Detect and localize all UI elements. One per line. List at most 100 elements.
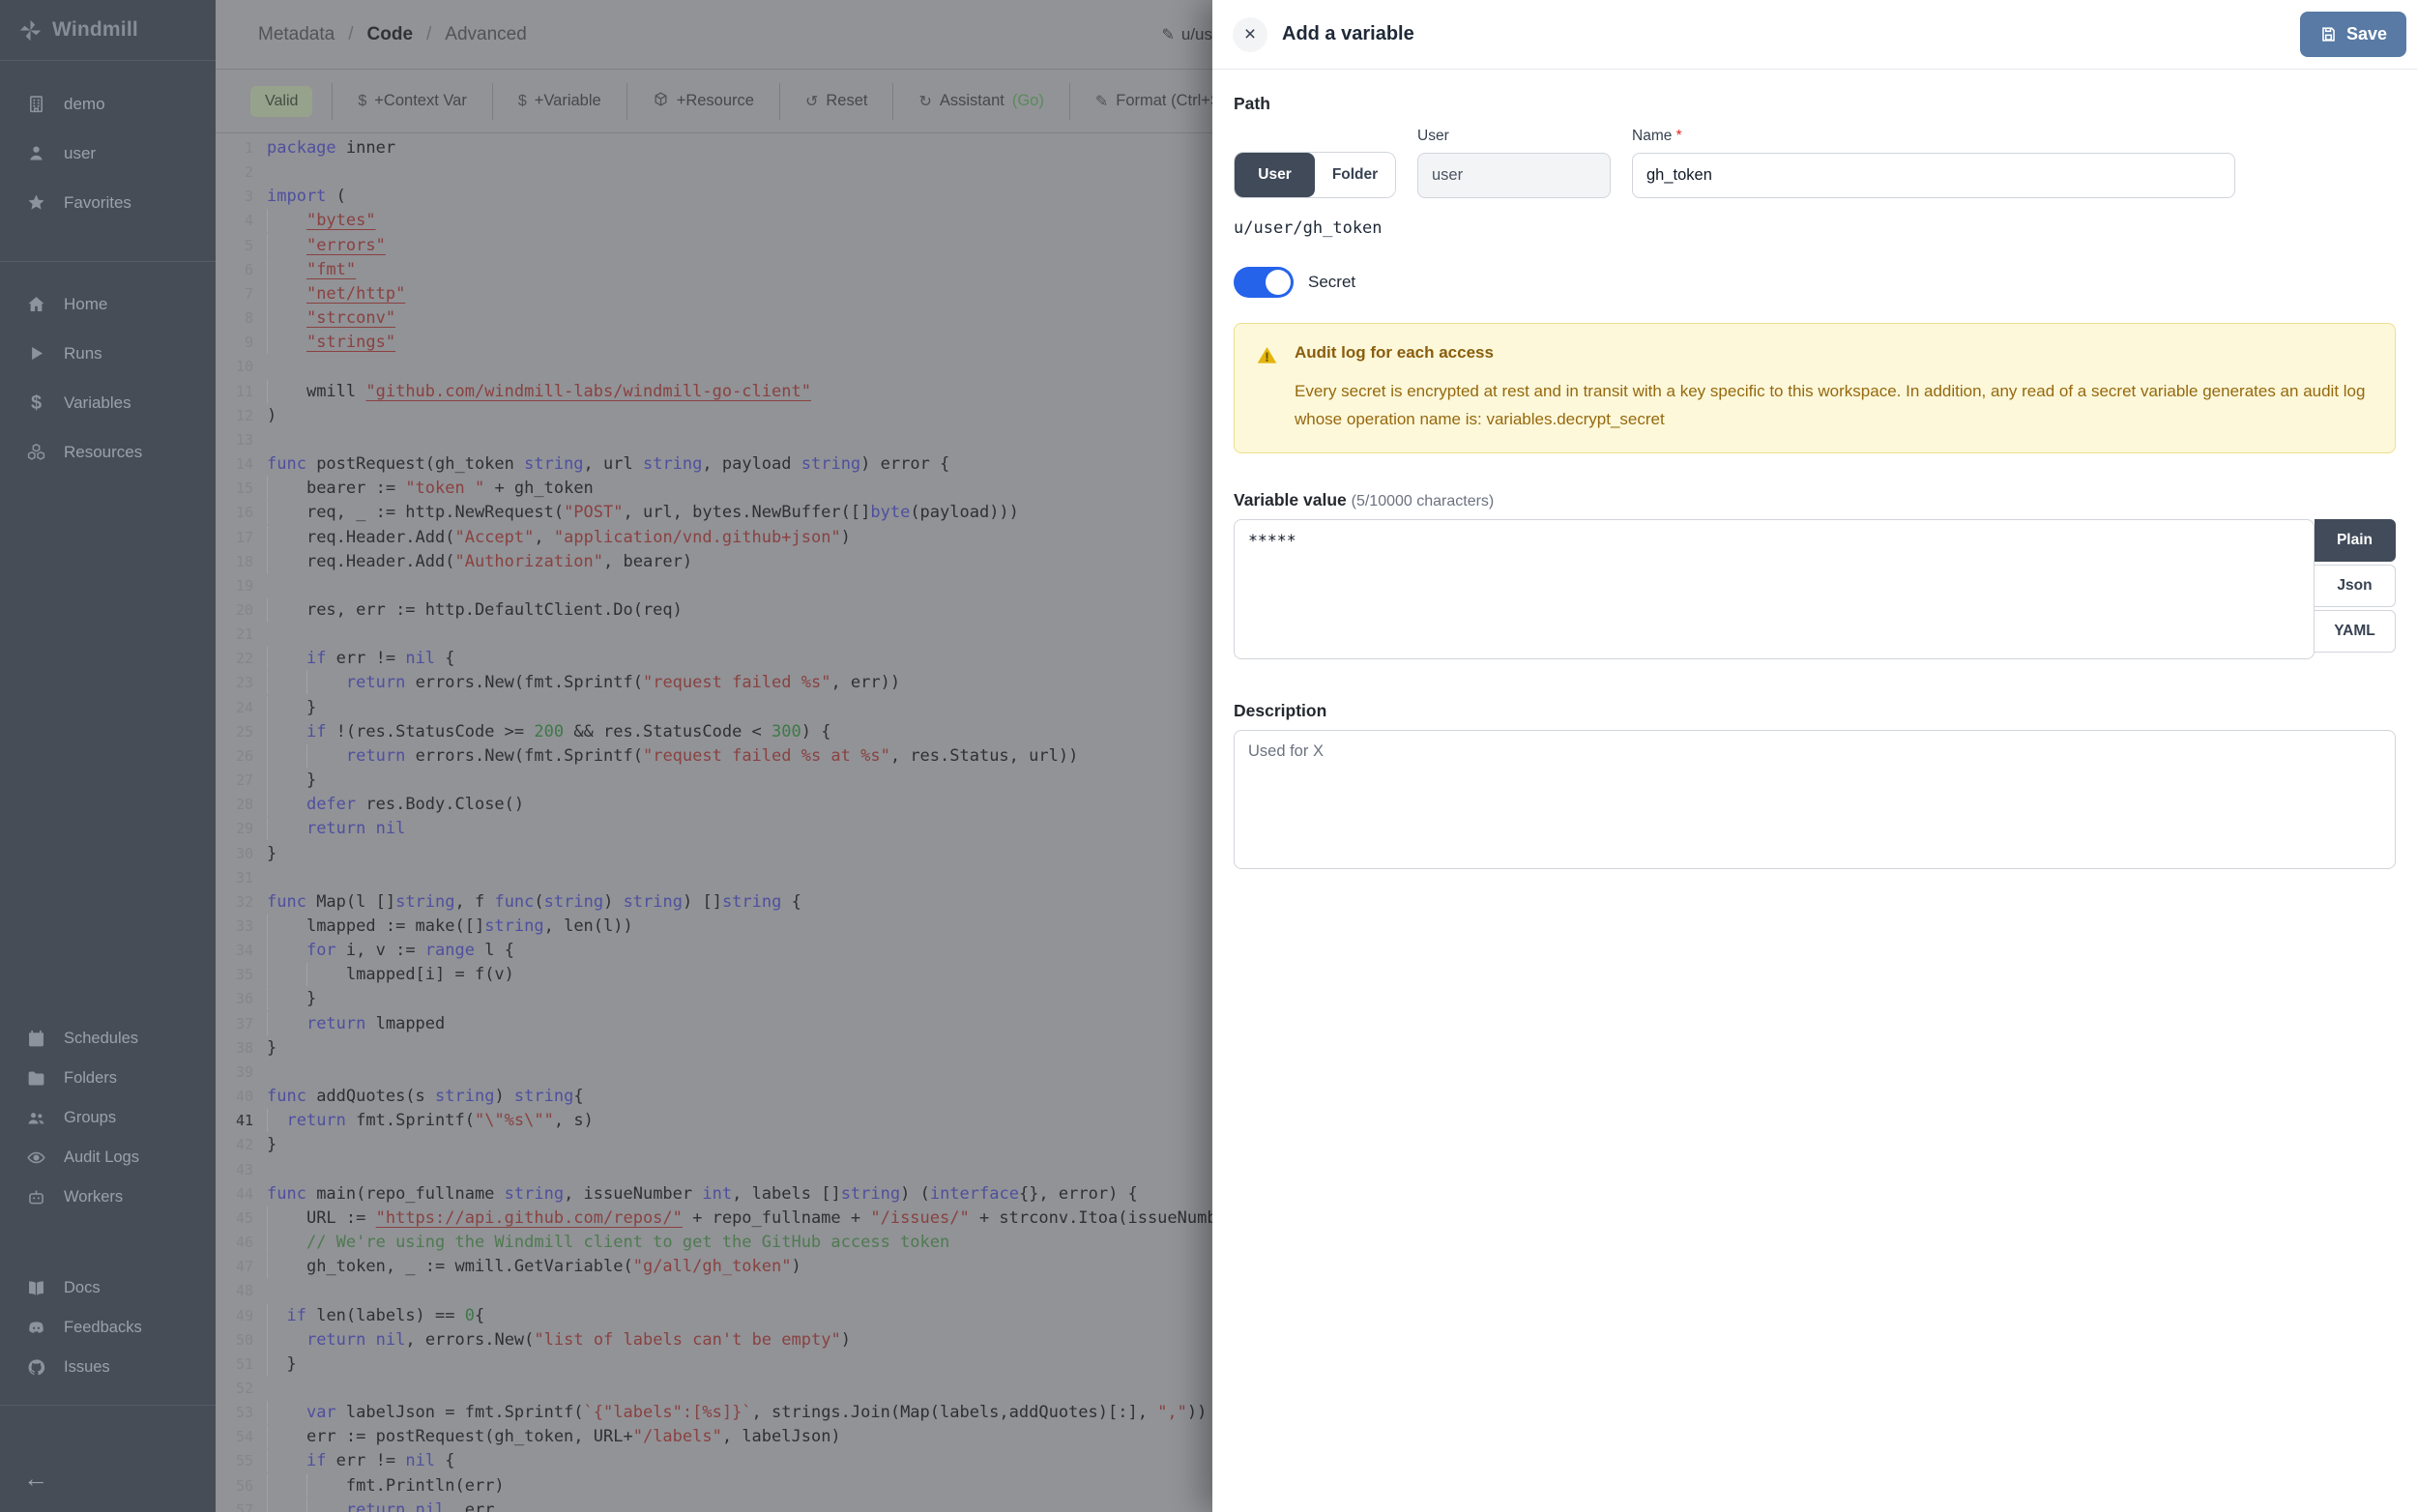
code-line[interactable]: for i, v := range l { (267, 939, 514, 963)
path-kind-toggle: UserFolder (1234, 152, 1396, 198)
format-tab-plain[interactable]: Plain (2315, 519, 2396, 562)
sidebar-item-issues[interactable]: Issues (0, 1348, 216, 1387)
code-line[interactable]: var labelJson = fmt.Sprintf(`{"labels":[… (267, 1401, 1207, 1425)
path-kind-user[interactable]: User (1235, 153, 1315, 197)
code-line[interactable]: lmapped[i] = f(v) (267, 963, 514, 987)
sidebar-item-home[interactable]: Home (0, 279, 216, 329)
format-tab-json[interactable]: Json (2315, 565, 2396, 607)
code-line[interactable]: } (267, 987, 316, 1011)
code-line[interactable]: "fmt" (267, 258, 356, 282)
save-icon (2319, 25, 2338, 44)
code-line[interactable]: if err != nil { (267, 647, 455, 671)
code-token: "errors" (306, 236, 386, 255)
format-tab-yaml[interactable]: YAML (2315, 610, 2396, 653)
close-icon[interactable]: × (1233, 17, 1267, 52)
sidebar-item-user[interactable]: user (0, 129, 216, 178)
code-line[interactable]: } (267, 1352, 297, 1377)
code-line[interactable]: "errors" (267, 234, 386, 258)
tab-code[interactable]: Code (367, 24, 414, 44)
code-line[interactable]: fmt.Println(err) (267, 1474, 505, 1498)
description-input[interactable]: Used for X (1234, 730, 2396, 869)
code-line[interactable]: func postRequest(gh_token string, url st… (267, 452, 949, 477)
code-token: , err (445, 1500, 494, 1512)
code-line[interactable]: ) (267, 404, 277, 428)
code-line[interactable]: return nil, err (267, 1498, 494, 1512)
toolbar-button-variable[interactable]: $+Variable (492, 83, 626, 120)
save-button[interactable]: Save (2300, 12, 2406, 57)
user-field[interactable] (1417, 153, 1611, 198)
code-line[interactable]: func addQuotes(s string) string{ (267, 1085, 584, 1109)
secret-toggle[interactable] (1234, 267, 1294, 298)
sidebar-item-variables[interactable]: $Variables (0, 378, 216, 427)
collapse-sidebar-button[interactable]: ← (23, 1466, 48, 1491)
script-path[interactable]: ✎ u/us (1161, 0, 1212, 70)
code-line[interactable]: // We're using the Windmill client to ge… (267, 1231, 949, 1255)
code-editor[interactable]: 1package inner23import (4 "bytes"5 "erro… (216, 133, 1212, 1512)
path-kind-folder[interactable]: Folder (1315, 153, 1395, 197)
sidebar-item-folders[interactable]: Folders (0, 1059, 216, 1098)
code-line[interactable]: req.Header.Add("Accept", "application/vn… (267, 526, 851, 550)
variable-value-input[interactable]: ***** (1234, 519, 2315, 659)
code-line[interactable]: bearer := "token " + gh_token (267, 477, 594, 501)
sidebar-item-audit-logs[interactable]: Audit Logs (0, 1138, 216, 1178)
tab-advanced[interactable]: Advanced (445, 24, 527, 44)
code-line[interactable]: } (267, 1133, 277, 1157)
code-line[interactable]: err := postRequest(gh_token, URL+"/label… (267, 1425, 841, 1449)
code-line[interactable]: req.Header.Add("Authorization", bearer) (267, 550, 692, 574)
line-number: 46 (216, 1231, 253, 1255)
code-line[interactable]: req, _ := http.NewRequest("POST", url, b… (267, 501, 1019, 525)
sidebar-item-resources[interactable]: Resources (0, 427, 216, 477)
sidebar-item-workers[interactable]: Workers (0, 1178, 216, 1217)
code-line[interactable]: func Map(l []string, f func(string) stri… (267, 890, 801, 915)
line-number: 6 (216, 258, 253, 282)
toolbar-button-reset[interactable]: ↺Reset (779, 83, 893, 120)
code-line[interactable]: URL := "https://api.github.com/repos/" +… (267, 1207, 1212, 1231)
code-line[interactable]: } (267, 769, 316, 793)
toolbar-button-resource[interactable]: +Resource (626, 83, 779, 120)
code-line[interactable]: } (267, 842, 277, 866)
sidebar-item-favorites[interactable]: Favorites (0, 178, 216, 227)
code-line[interactable]: res, err := http.DefaultClient.Do(req) (267, 598, 683, 623)
toolbar-button-format-ctrl-s[interactable]: ✎Format (Ctrl+S (1069, 83, 1212, 120)
code-line[interactable]: defer res.Body.Close() (267, 793, 524, 817)
code-line[interactable]: return fmt.Sprintf("\"%s\"", s) (267, 1109, 594, 1133)
code-line[interactable]: import ( (267, 185, 346, 209)
code-line[interactable]: return lmapped (267, 1012, 445, 1036)
sidebar-item-docs[interactable]: Docs (0, 1268, 216, 1308)
toolbar-button-context-var[interactable]: $+Context Var (332, 83, 491, 120)
code-token: , strings.Join(Map(labels,addQuotes)[:], (752, 1403, 1158, 1422)
tab-metadata[interactable]: Metadata (258, 24, 335, 44)
code-line[interactable]: func main(repo_fullname string, issueNum… (267, 1182, 1138, 1207)
code-line[interactable]: if len(labels) == 0{ (267, 1304, 484, 1328)
sidebar-item-schedules[interactable]: Schedules (0, 1019, 216, 1059)
windmill-logo[interactable]: Windmill (0, 0, 216, 61)
indent-guide (267, 722, 306, 741)
code-line[interactable]: "bytes" (267, 209, 376, 233)
code-line[interactable]: wmill "github.com/windmill-labs/windmill… (267, 380, 811, 404)
code-line[interactable]: return nil, errors.New("list of labels c… (267, 1328, 851, 1352)
code-line[interactable]: lmapped := make([]string, len(l)) (267, 915, 633, 939)
line-number: 51 (216, 1352, 253, 1377)
code-line[interactable]: return errors.New(fmt.Sprintf("request f… (267, 744, 1078, 769)
code-line[interactable]: gh_token, _ := wmill.GetVariable("g/all/… (267, 1255, 801, 1279)
code-line[interactable]: } (267, 696, 316, 720)
line-number: 44 (216, 1182, 253, 1207)
code-line[interactable]: } (267, 1036, 277, 1061)
line-number: 30 (216, 842, 253, 866)
code-line[interactable]: return nil (267, 817, 405, 841)
code-line[interactable]: package inner (267, 136, 395, 160)
sidebar-item-groups[interactable]: Groups (0, 1098, 216, 1138)
main-content: Metadata/Code/Advanced ✎ u/us Valid $+Co… (216, 0, 1212, 1512)
sidebar-item-feedbacks[interactable]: Feedbacks (0, 1308, 216, 1348)
sidebar-item-demo[interactable]: demo (0, 79, 216, 129)
code-line[interactable]: "strings" (267, 331, 395, 355)
code-line[interactable]: if err != nil { (267, 1449, 455, 1473)
code-line[interactable]: if !(res.StatusCode >= 200 && res.Status… (267, 720, 830, 744)
toolbar-button-assistant[interactable]: ↻Assistant (Go) (892, 83, 1068, 120)
code-line[interactable]: "net/http" (267, 282, 405, 306)
name-field[interactable] (1632, 153, 2235, 198)
code-token: if (306, 1451, 326, 1470)
code-line[interactable]: return errors.New(fmt.Sprintf("request f… (267, 671, 900, 695)
sidebar-item-runs[interactable]: Runs (0, 329, 216, 378)
code-line[interactable]: "strconv" (267, 306, 395, 331)
